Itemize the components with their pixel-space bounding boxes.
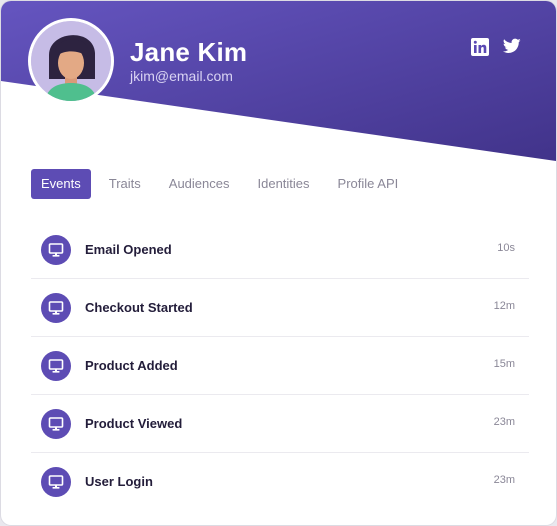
event-row[interactable]: User Login 23m <box>31 453 529 510</box>
event-row[interactable]: Product Viewed 23m <box>31 395 529 453</box>
event-time: 12m <box>493 300 515 312</box>
event-label: User Login <box>85 474 153 489</box>
event-label: Checkout Started <box>85 300 193 315</box>
profile-tabs: Events Traits Audiences Identities Profile A… <box>31 169 416 199</box>
monitor-icon <box>41 467 71 497</box>
tab-identities[interactable]: Identities <box>248 169 320 199</box>
profile-card: Jane Kim jkim@email.com Events Traits Audi… <box>1 1 556 525</box>
twitter-icon[interactable] <box>502 38 521 56</box>
avatar <box>31 21 111 101</box>
monitor-icon <box>41 409 71 439</box>
event-label: Product Added <box>85 358 178 373</box>
profile-email: jkim@email.com <box>130 68 233 84</box>
event-time: 23m <box>493 416 515 428</box>
event-row[interactable]: Product Added 15m <box>31 337 529 395</box>
monitor-icon <box>41 351 71 381</box>
event-label: Email Opened <box>85 242 172 257</box>
profile-name: Jane Kim <box>130 37 248 67</box>
event-label: Product Viewed <box>85 416 183 431</box>
tab-events[interactable]: Events <box>31 169 91 199</box>
event-list: Email Opened 10s Checkout Started 12m Produc… <box>31 221 529 510</box>
linkedin-icon[interactable] <box>471 38 489 56</box>
monitor-icon <box>41 235 71 265</box>
event-time: 23m <box>493 474 515 486</box>
monitor-icon <box>41 293 71 323</box>
tab-profile-api[interactable]: Profile API <box>328 169 409 199</box>
event-row[interactable]: Email Opened 10s <box>31 221 529 279</box>
event-time: 10s <box>497 242 515 254</box>
tab-audiences[interactable]: Audiences <box>159 169 240 199</box>
tab-traits[interactable]: Traits <box>99 169 151 199</box>
event-time: 15m <box>493 358 515 370</box>
event-row[interactable]: Checkout Started 12m <box>31 279 529 337</box>
